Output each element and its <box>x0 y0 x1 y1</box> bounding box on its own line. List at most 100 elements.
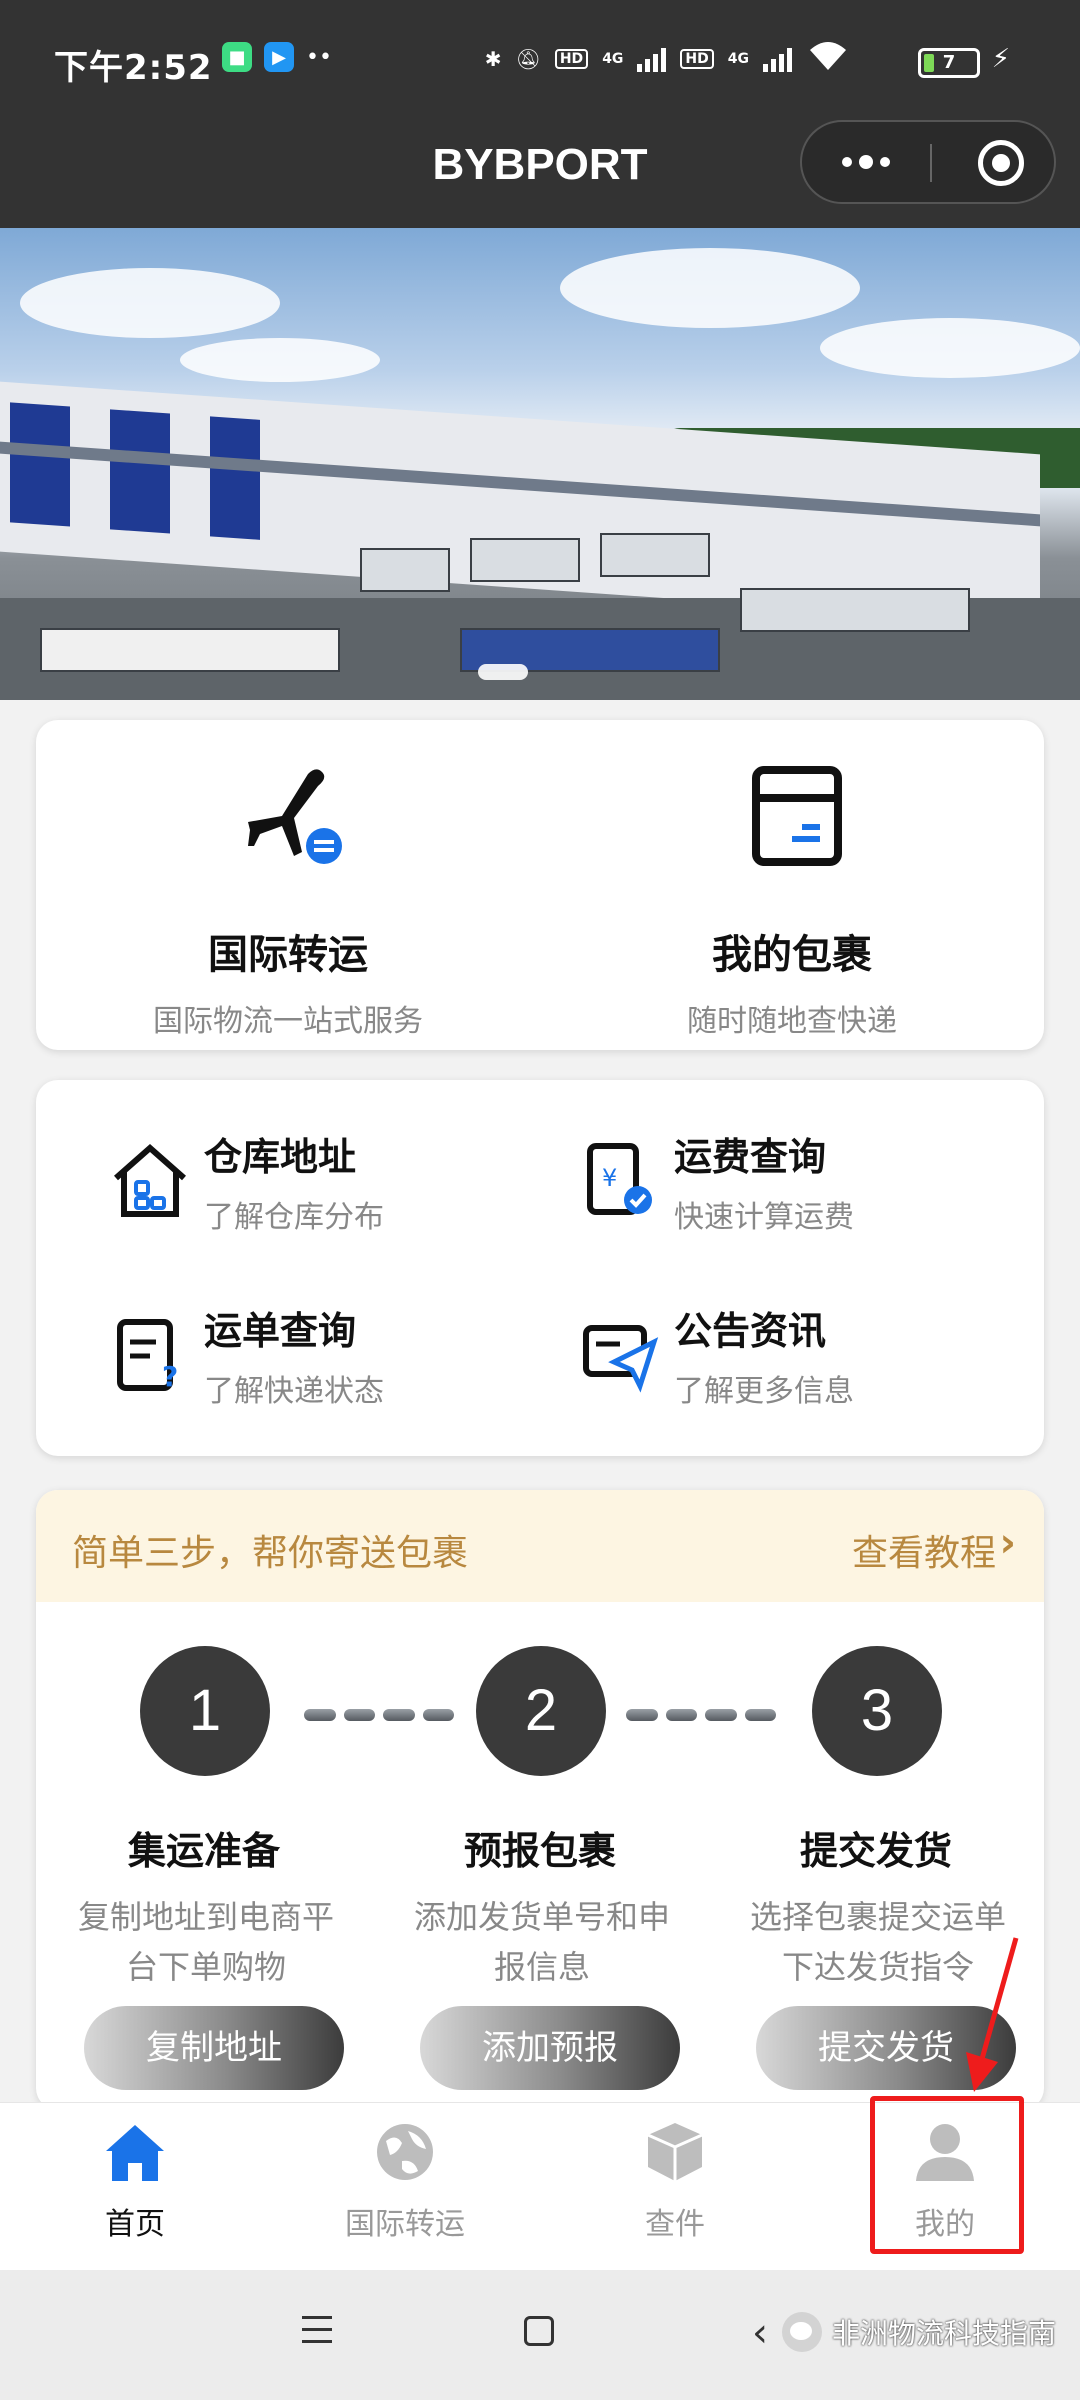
hd-badge: HD <box>554 48 589 69</box>
quick-link-title: 公告资讯 <box>674 1309 827 1353</box>
highlight-box <box>870 2096 1024 2254</box>
step-number: 2 <box>476 1646 606 1776</box>
menu-capsule <box>800 120 1056 204</box>
chevron-right-icon: › <box>999 1520 1016 1566</box>
cloud <box>20 268 280 338</box>
status-time: 下午2:52 <box>54 48 213 88</box>
view-tutorial-link[interactable]: 查看教程 <box>852 1524 996 1576</box>
tab-label: 查件 <box>645 2207 705 2242</box>
step-description: 添加发货单号和申报信息 <box>413 1898 670 1986</box>
truck <box>600 533 710 577</box>
add-forecast-button[interactable]: 添加预报 <box>420 2006 680 2090</box>
feature-subtitle: 国际物流一站式服务 <box>153 1004 423 1039</box>
feature-title: 我的包裹 <box>712 932 872 978</box>
tab-home[interactable]: 首页 <box>0 2103 270 2271</box>
network-type: 4G <box>602 50 624 67</box>
waybill-icon: ? <box>117 1319 178 1393</box>
quick-link-subtitle: 快速计算运费 <box>674 1200 854 1235</box>
recent-apps-button[interactable] <box>302 2316 332 2346</box>
cloud <box>820 318 1080 378</box>
feature-international-transfer[interactable]: 国际转运 国际物流一站式服务 <box>36 760 540 1039</box>
feature-subtitle: 随时随地查快递 <box>687 1004 897 1039</box>
truck <box>740 588 970 632</box>
announcement-icon <box>583 1325 659 1393</box>
title-bar: BYBPORT <box>0 120 1080 228</box>
watermark: 非洲物流科技指南 <box>782 2312 1056 2352</box>
step-2: 2 预报包裹 添加发货单号和申报信息 添加预报 <box>372 1646 708 2106</box>
step-number: 3 <box>812 1646 942 1776</box>
quick-link-subtitle: 了解仓库分布 <box>204 1200 384 1235</box>
steps-header: 简单三步，帮你寄送包裹 查看教程 › <box>36 1490 1044 1602</box>
banner-carousel[interactable] <box>0 228 1080 700</box>
android-icon: ■ <box>222 42 252 72</box>
truck <box>40 628 340 672</box>
notification-icons: ■ ▶ •• <box>222 42 332 72</box>
system-icons: ✱ 🔕︎ HD 4G HD 4G <box>485 40 850 77</box>
quick-link-title: 运费查询 <box>674 1135 827 1179</box>
signal-icon <box>637 46 667 72</box>
svg-text:?: ? <box>162 1360 178 1393</box>
tab-international-transfer[interactable]: 国际转运 <box>270 2103 540 2271</box>
truck <box>470 538 580 582</box>
svg-text:¥: ¥ <box>602 1164 617 1192</box>
close-miniprogram-button[interactable] <box>978 140 1024 186</box>
quick-link-title: 运单查询 <box>204 1309 357 1353</box>
dot-icon <box>859 155 873 169</box>
package-icon <box>647 2123 703 2181</box>
quick-links-card: 仓库地址 了解仓库分布 ¥ 运费查询 快速计算运费 ? 运单查询 了解快递状态 … <box>36 1080 1044 1456</box>
dot-icon <box>880 157 890 167</box>
quick-link-announcements[interactable]: 公告资讯 了解更多信息 <box>580 1300 1040 1430</box>
tab-track-package[interactable]: 查件 <box>540 2103 810 2271</box>
hd-badge-2: HD <box>680 48 714 69</box>
step-title: 提交发货 <box>799 1829 952 1873</box>
system-navigation-bar: ‹ 非洲物流科技指南 <box>0 2270 1080 2400</box>
truck <box>360 548 450 592</box>
capsule-divider <box>930 144 932 182</box>
quick-link-subtitle: 了解快递状态 <box>204 1374 384 1409</box>
home-icon <box>106 2125 164 2181</box>
red-arrow-icon <box>966 1937 1019 2092</box>
step-title: 预报包裹 <box>463 1829 616 1873</box>
quick-link-waybill-tracking[interactable]: ? 运单查询 了解快递状态 <box>110 1300 570 1430</box>
step-1: 1 集运准备 复制地址到电商平台下单购物 复制地址 <box>36 1646 372 2106</box>
fee-calculator-icon: ¥ <box>587 1143 652 1215</box>
steps-card: 简单三步，帮你寄送包裹 查看教程 › 1 集运准备 复制地址到电商平台下单购物 … <box>36 1490 1044 2110</box>
main-features-card: 国际转运 国际物流一站式服务 我的包裹 随时随地查快递 <box>36 720 1044 1050</box>
carousel-indicator <box>478 664 528 680</box>
app-notification-icon: ▶ <box>264 42 294 72</box>
warehouse-icon <box>114 1143 186 1217</box>
quick-link-warehouse-address[interactable]: 仓库地址 了解仓库分布 <box>110 1126 570 1256</box>
box-icon <box>752 766 842 866</box>
more-notifications-icon: •• <box>306 44 332 70</box>
dot-icon <box>842 157 852 167</box>
mute-icon: 🔕︎ <box>515 46 541 71</box>
copy-address-button[interactable]: 复制地址 <box>84 2006 344 2090</box>
charging-icon: ⚡︎ <box>991 44 1010 74</box>
step-number: 1 <box>140 1646 270 1776</box>
cloud <box>560 248 860 328</box>
airplane-icon <box>248 769 342 864</box>
steps-title: 简单三步，帮你寄送包裹 <box>72 1533 469 1574</box>
watermark-text: 非洲物流科技指南 <box>832 2317 1057 2350</box>
tab-label: 首页 <box>105 2207 165 2242</box>
feature-my-packages[interactable]: 我的包裹 随时随地查快递 <box>540 760 1044 1039</box>
signal-icon-2 <box>763 46 792 72</box>
globe-icon <box>377 2124 433 2180</box>
quick-link-subtitle: 了解更多信息 <box>674 1374 854 1409</box>
cloud <box>180 338 380 382</box>
battery-level: 7 <box>942 52 956 73</box>
network-type-2: 4G <box>727 50 749 67</box>
tab-label: 国际转运 <box>345 2207 465 2242</box>
back-button[interactable]: ‹ <box>752 2310 768 2356</box>
home-button[interactable] <box>524 2316 554 2346</box>
battery-icon: 7 <box>918 48 980 78</box>
wechat-logo-icon <box>782 2312 822 2352</box>
feature-title: 国际转运 <box>208 932 368 978</box>
bluetooth-icon: ✱ <box>484 46 502 71</box>
more-options-button[interactable] <box>802 122 930 202</box>
quick-link-title: 仓库地址 <box>204 1135 357 1179</box>
step-description: 复制地址到电商平台下单购物 <box>77 1898 334 1986</box>
status-bar: 下午2:52 ■ ▶ •• ✱ 🔕︎ HD 4G HD 4G 7 ⚡︎ <box>0 0 1080 120</box>
wifi-icon <box>806 40 850 77</box>
quick-link-shipping-fee[interactable]: ¥ 运费查询 快速计算运费 <box>580 1126 1040 1256</box>
